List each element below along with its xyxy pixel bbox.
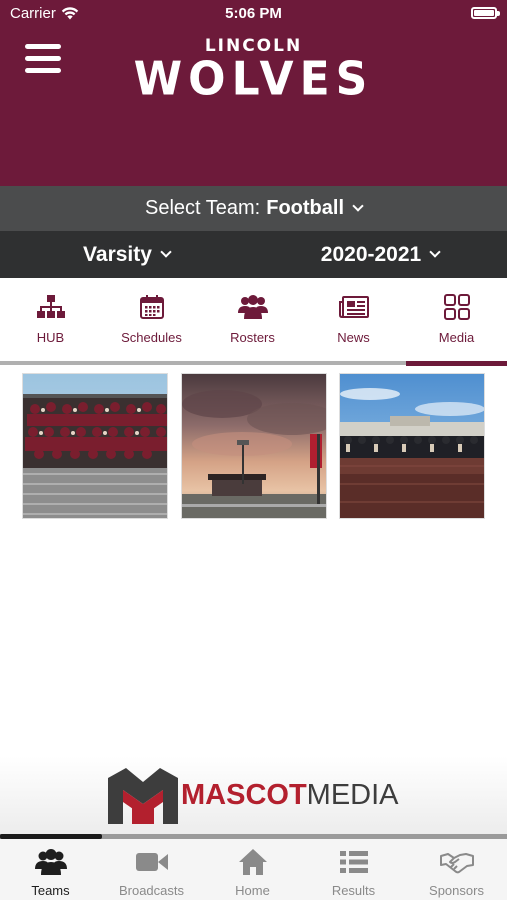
section-tabs: HUB Schedules Rosters News Media (0, 278, 507, 366)
nav-label: Broadcasts (118, 883, 185, 898)
tab-label: Media (438, 330, 475, 345)
team-selector[interactable]: Select Team: Football (0, 186, 507, 231)
handshake-icon (439, 853, 474, 874)
tab-schedules[interactable]: Schedules (101, 278, 202, 366)
nav-label: Results (331, 883, 376, 898)
list-icon (339, 851, 368, 873)
nav-sponsors[interactable]: Sponsors (406, 839, 507, 900)
battery-icon (471, 7, 500, 19)
team-selector-value: Football (266, 197, 344, 219)
newspaper-icon (338, 296, 369, 318)
nav-label: Sponsors (429, 883, 484, 898)
nav-label: Home (235, 883, 270, 898)
active-tab-indicator (406, 361, 507, 366)
people-icon (34, 849, 67, 875)
chevron-down-icon (352, 200, 364, 212)
team-selector-label: Select Team: (144, 197, 261, 219)
tab-rosters[interactable]: Rosters (202, 278, 303, 366)
tab-label: Rosters (230, 330, 275, 345)
chevron-down-icon (160, 246, 172, 258)
logo-mascot-name: WOLVES (133, 52, 374, 107)
tab-label: Schedules (121, 330, 182, 345)
tab-hub[interactable]: HUB (0, 278, 101, 366)
tab-label: HUB (36, 330, 65, 345)
grid-icon (443, 294, 470, 320)
media-photo-stadium-sunset[interactable] (181, 373, 327, 519)
group-icon (237, 295, 268, 319)
mascot-media-wordmark: MASCOTMEDIA (181, 779, 399, 812)
brand-media: MEDIA (306, 779, 399, 811)
bottom-navigation: Teams Broadcasts Home Results Sponsors (0, 839, 507, 900)
app-header: Carrier 5:06 PM LINCOLN WOLVES (0, 0, 507, 186)
nav-broadcasts[interactable]: Broadcasts (101, 839, 202, 900)
tab-news[interactable]: News (303, 278, 404, 366)
mascot-media-logo-icon (108, 768, 178, 824)
level-selector-value: Varsity (83, 242, 152, 266)
media-photo-team-bleachers[interactable] (22, 373, 168, 519)
media-photo-team-field[interactable] (339, 373, 485, 519)
status-bar: Carrier 5:06 PM (0, 5, 507, 23)
tab-media[interactable]: Media (406, 278, 507, 366)
level-season-bar: Varsity 2020-2021 (0, 231, 507, 278)
season-selector-value: 2020-2021 (320, 242, 422, 266)
nav-label: Teams (31, 883, 70, 898)
brand-mascot: MASCOT (181, 779, 307, 811)
level-selector[interactable]: Varsity (0, 231, 253, 278)
hierarchy-icon (36, 295, 65, 318)
chevron-down-icon (429, 246, 441, 258)
video-camera-icon (135, 853, 168, 871)
team-logo: LINCOLN WOLVES (0, 36, 507, 107)
nav-home[interactable]: Home (202, 839, 303, 900)
nav-results[interactable]: Results (303, 839, 404, 900)
calendar-icon (139, 295, 164, 319)
season-selector[interactable]: 2020-2021 (253, 231, 507, 278)
nav-teams[interactable]: Teams (0, 839, 101, 900)
status-time: 5:06 PM (225, 5, 282, 22)
home-icon (238, 849, 267, 875)
tab-label: News (337, 330, 370, 345)
